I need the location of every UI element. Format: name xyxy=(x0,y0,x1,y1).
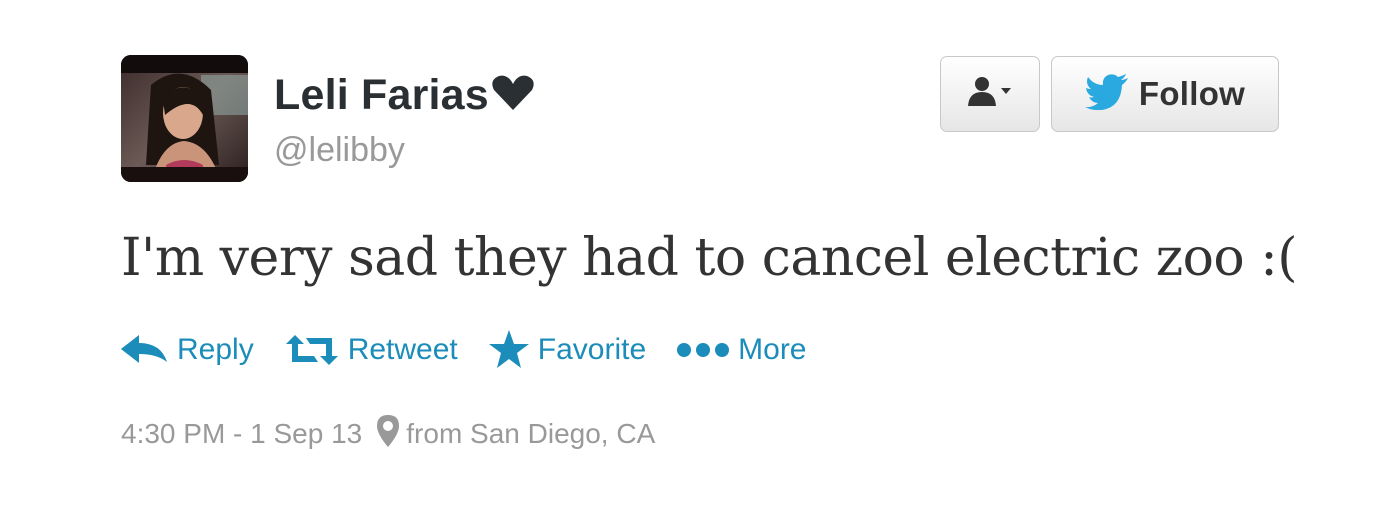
twitter-bird-icon xyxy=(1084,73,1129,115)
follow-button[interactable]: Follow xyxy=(1051,56,1279,132)
more-action[interactable]: More xyxy=(676,333,807,367)
star-icon xyxy=(488,330,529,368)
user-actions-button[interactable] xyxy=(940,56,1040,132)
avatar[interactable] xyxy=(121,55,248,182)
location[interactable]: from San Diego, CA xyxy=(406,418,655,450)
follow-label: Follow xyxy=(1138,75,1246,112)
dots-icon xyxy=(677,343,730,357)
favorite-action[interactable]: Favorite xyxy=(488,330,646,370)
favorite-label: Favorite xyxy=(537,333,647,366)
tweet-card: Leli Farias @lelibby Follow I'm very sad… xyxy=(0,0,1400,518)
tweet-text: I'm very sad they had to cancel electric… xyxy=(121,228,1298,288)
user-info: Leli Farias @lelibby xyxy=(274,66,535,172)
reply-action[interactable]: Reply xyxy=(121,333,254,367)
map-pin-icon xyxy=(376,414,400,455)
retweet-icon xyxy=(285,335,338,365)
screen-name[interactable]: @lelibby xyxy=(274,128,535,172)
reply-arrow-icon xyxy=(121,335,167,363)
retweet-label: Retweet xyxy=(347,333,458,366)
person-dropdown-icon xyxy=(967,76,1013,113)
timestamp[interactable]: 4:30 PM - 1 Sep 13 xyxy=(121,418,362,450)
user-name[interactable]: Leli Farias xyxy=(274,66,535,126)
user-name-text[interactable]: Leli Farias xyxy=(274,71,489,119)
tweet-actions: Reply Retweet Favorite More xyxy=(121,322,837,378)
tweet-meta: 4:30 PM - 1 Sep 13 from San Diego, CA xyxy=(121,412,655,456)
retweet-action[interactable]: Retweet xyxy=(284,333,458,367)
reply-label: Reply xyxy=(177,333,254,366)
more-label: More xyxy=(738,333,807,366)
heart-icon xyxy=(491,68,535,126)
